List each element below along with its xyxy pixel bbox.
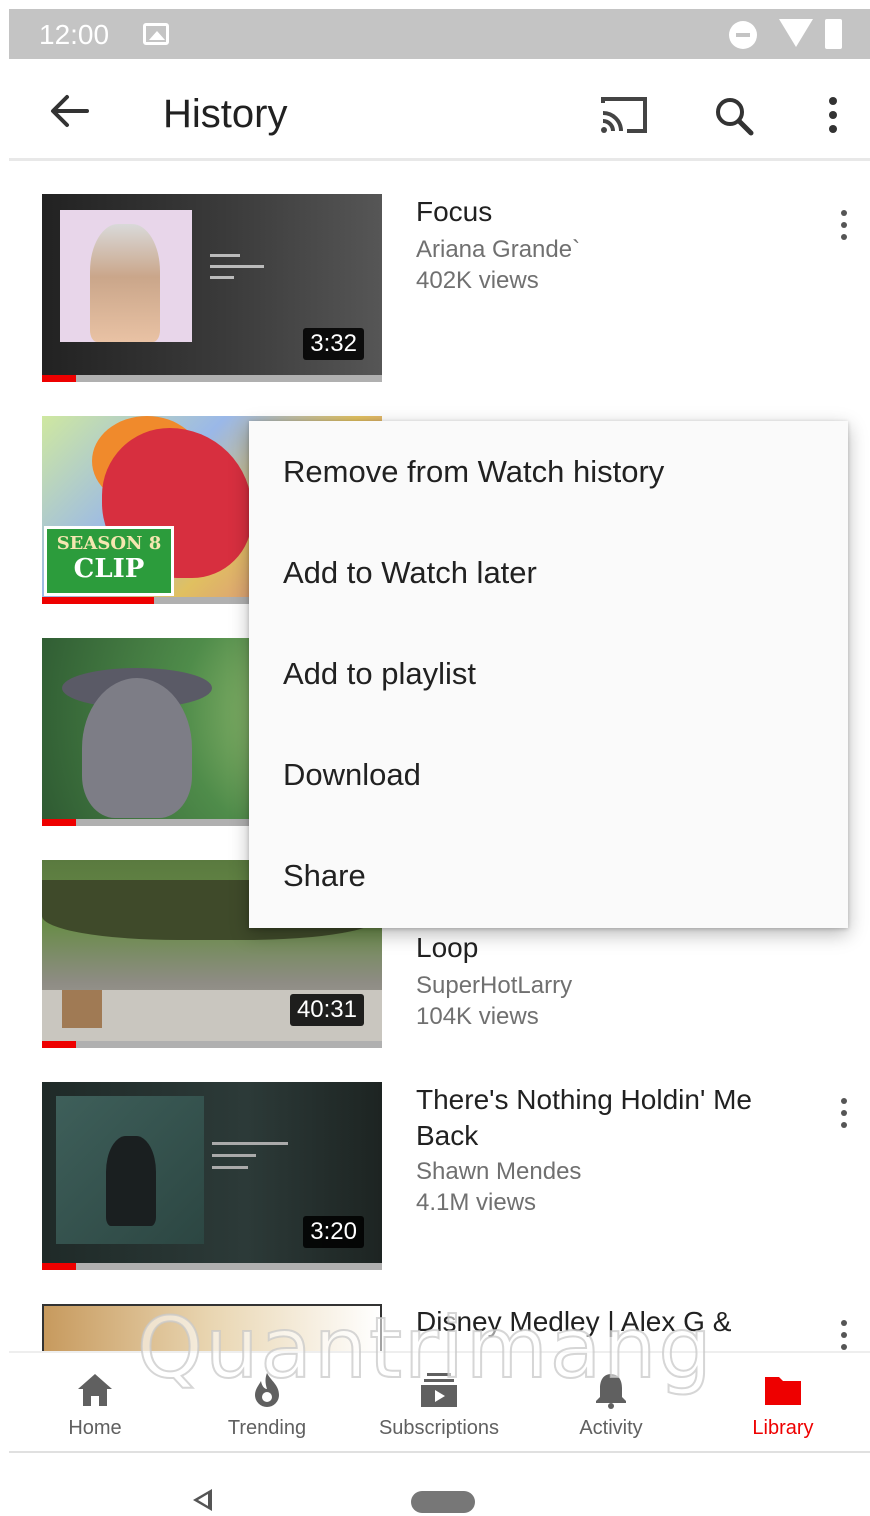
battery-icon [825,19,842,49]
more-options-icon[interactable] [821,95,845,135]
video-channel: SuperHotLarry [416,972,573,999]
nav-trending[interactable]: Trending [181,1353,353,1453]
watch-progress [42,375,76,382]
video-thumbnail[interactable]: 3:32 [42,194,382,382]
video-context-menu: Remove from Watch history Add to Watch l… [249,421,848,928]
thumbnail-text-lines [212,1142,292,1182]
box-scene [62,990,102,1028]
video-thumbnail[interactable]: 3:20 [42,1082,382,1270]
video-duration: 40:31 [289,994,364,1026]
system-navigation-bar [9,1453,870,1516]
watch-progress [42,597,155,604]
search-icon[interactable] [713,95,755,137]
library-folder-icon [765,1377,801,1405]
menu-item-add-to-playlist[interactable]: Add to playlist [249,623,848,724]
status-bar: 12:00 [9,9,870,59]
cast-icon[interactable] [599,95,649,135]
video-more-icon[interactable] [833,208,855,242]
watch-progress [42,1263,76,1270]
video-title[interactable]: There's Nothing Holdin' Me Back [416,1082,796,1154]
nav-activity[interactable]: Activity [525,1353,697,1453]
video-views: 4.1M views [416,1189,537,1216]
page-title: History [163,92,288,136]
status-time: 12:00 [39,19,110,50]
menu-item-share[interactable]: Share [249,825,848,926]
menu-item-remove-from-history[interactable]: Remove from Watch history [249,421,848,522]
video-more-icon[interactable] [833,1096,855,1130]
video-views: 402K views [416,267,539,294]
nav-label-home: Home [68,1417,122,1439]
nav-label-trending: Trending [227,1417,307,1439]
nav-library[interactable]: Library [697,1353,869,1453]
video-title[interactable]: Focus [416,194,796,230]
badge-clip-text: CLIP [73,554,145,584]
video-more-icon[interactable] [833,1318,855,1351]
do-not-disturb-icon [729,21,757,49]
watch-progress [42,1041,76,1048]
bottom-navigation: Home Trending Subscriptions Activity Lib… [9,1351,870,1453]
watch-progress-track [42,375,382,382]
trending-icon [255,1373,279,1407]
nav-home[interactable]: Home [9,1353,181,1453]
app-frame: 12:00 History 3:32 Focus Ariana Grande` … [9,9,870,1516]
badge-season-text: SEASON 8 [56,533,162,554]
video-item[interactable]: 3:32 Focus Ariana Grande` 402K views [9,194,870,384]
video-title[interactable]: Disney Medley | Alex G & [416,1304,796,1340]
watch-progress-track [42,1041,382,1048]
nav-label-library: Library [752,1417,814,1439]
season-clip-badge: SEASON 8 CLIP [44,526,174,596]
nav-label-activity: Activity [579,1417,643,1439]
thumbnail-text-lines [210,254,270,304]
nav-subscriptions[interactable]: Subscriptions [353,1353,525,1453]
menu-item-download[interactable]: Download [249,724,848,825]
system-back-icon[interactable] [193,1489,212,1511]
menu-item-add-to-watch-later[interactable]: Add to Watch later [249,522,848,623]
video-channel: Shawn Mendes [416,1158,582,1185]
subscriptions-icon [421,1373,457,1407]
app-bar: History [9,59,870,161]
video-duration: 3:20 [303,1216,364,1248]
video-channel: Ariana Grande` [416,236,581,263]
video-item[interactable]: Disney Medley | Alex G & [9,1304,870,1351]
watch-progress-track [42,1263,382,1270]
album-art [60,210,192,342]
watch-progress [42,819,76,826]
video-title[interactable]: Loop [416,930,796,966]
donkey-figure [82,678,192,818]
system-home-pill-icon[interactable] [411,1491,475,1513]
activity-bell-icon [596,1374,626,1409]
video-views: 104K views [416,1003,539,1030]
nav-label-subscriptions: Subscriptions [378,1417,500,1439]
image-notification-icon [143,23,169,45]
video-item[interactable]: 3:20 There's Nothing Holdin' Me Back Sha… [9,1082,870,1272]
video-duration: 3:32 [303,328,364,360]
wifi-icon [779,19,813,47]
home-icon [78,1374,112,1406]
video-thumbnail[interactable] [42,1304,382,1351]
album-art [56,1096,204,1244]
back-arrow-icon[interactable] [47,89,91,133]
